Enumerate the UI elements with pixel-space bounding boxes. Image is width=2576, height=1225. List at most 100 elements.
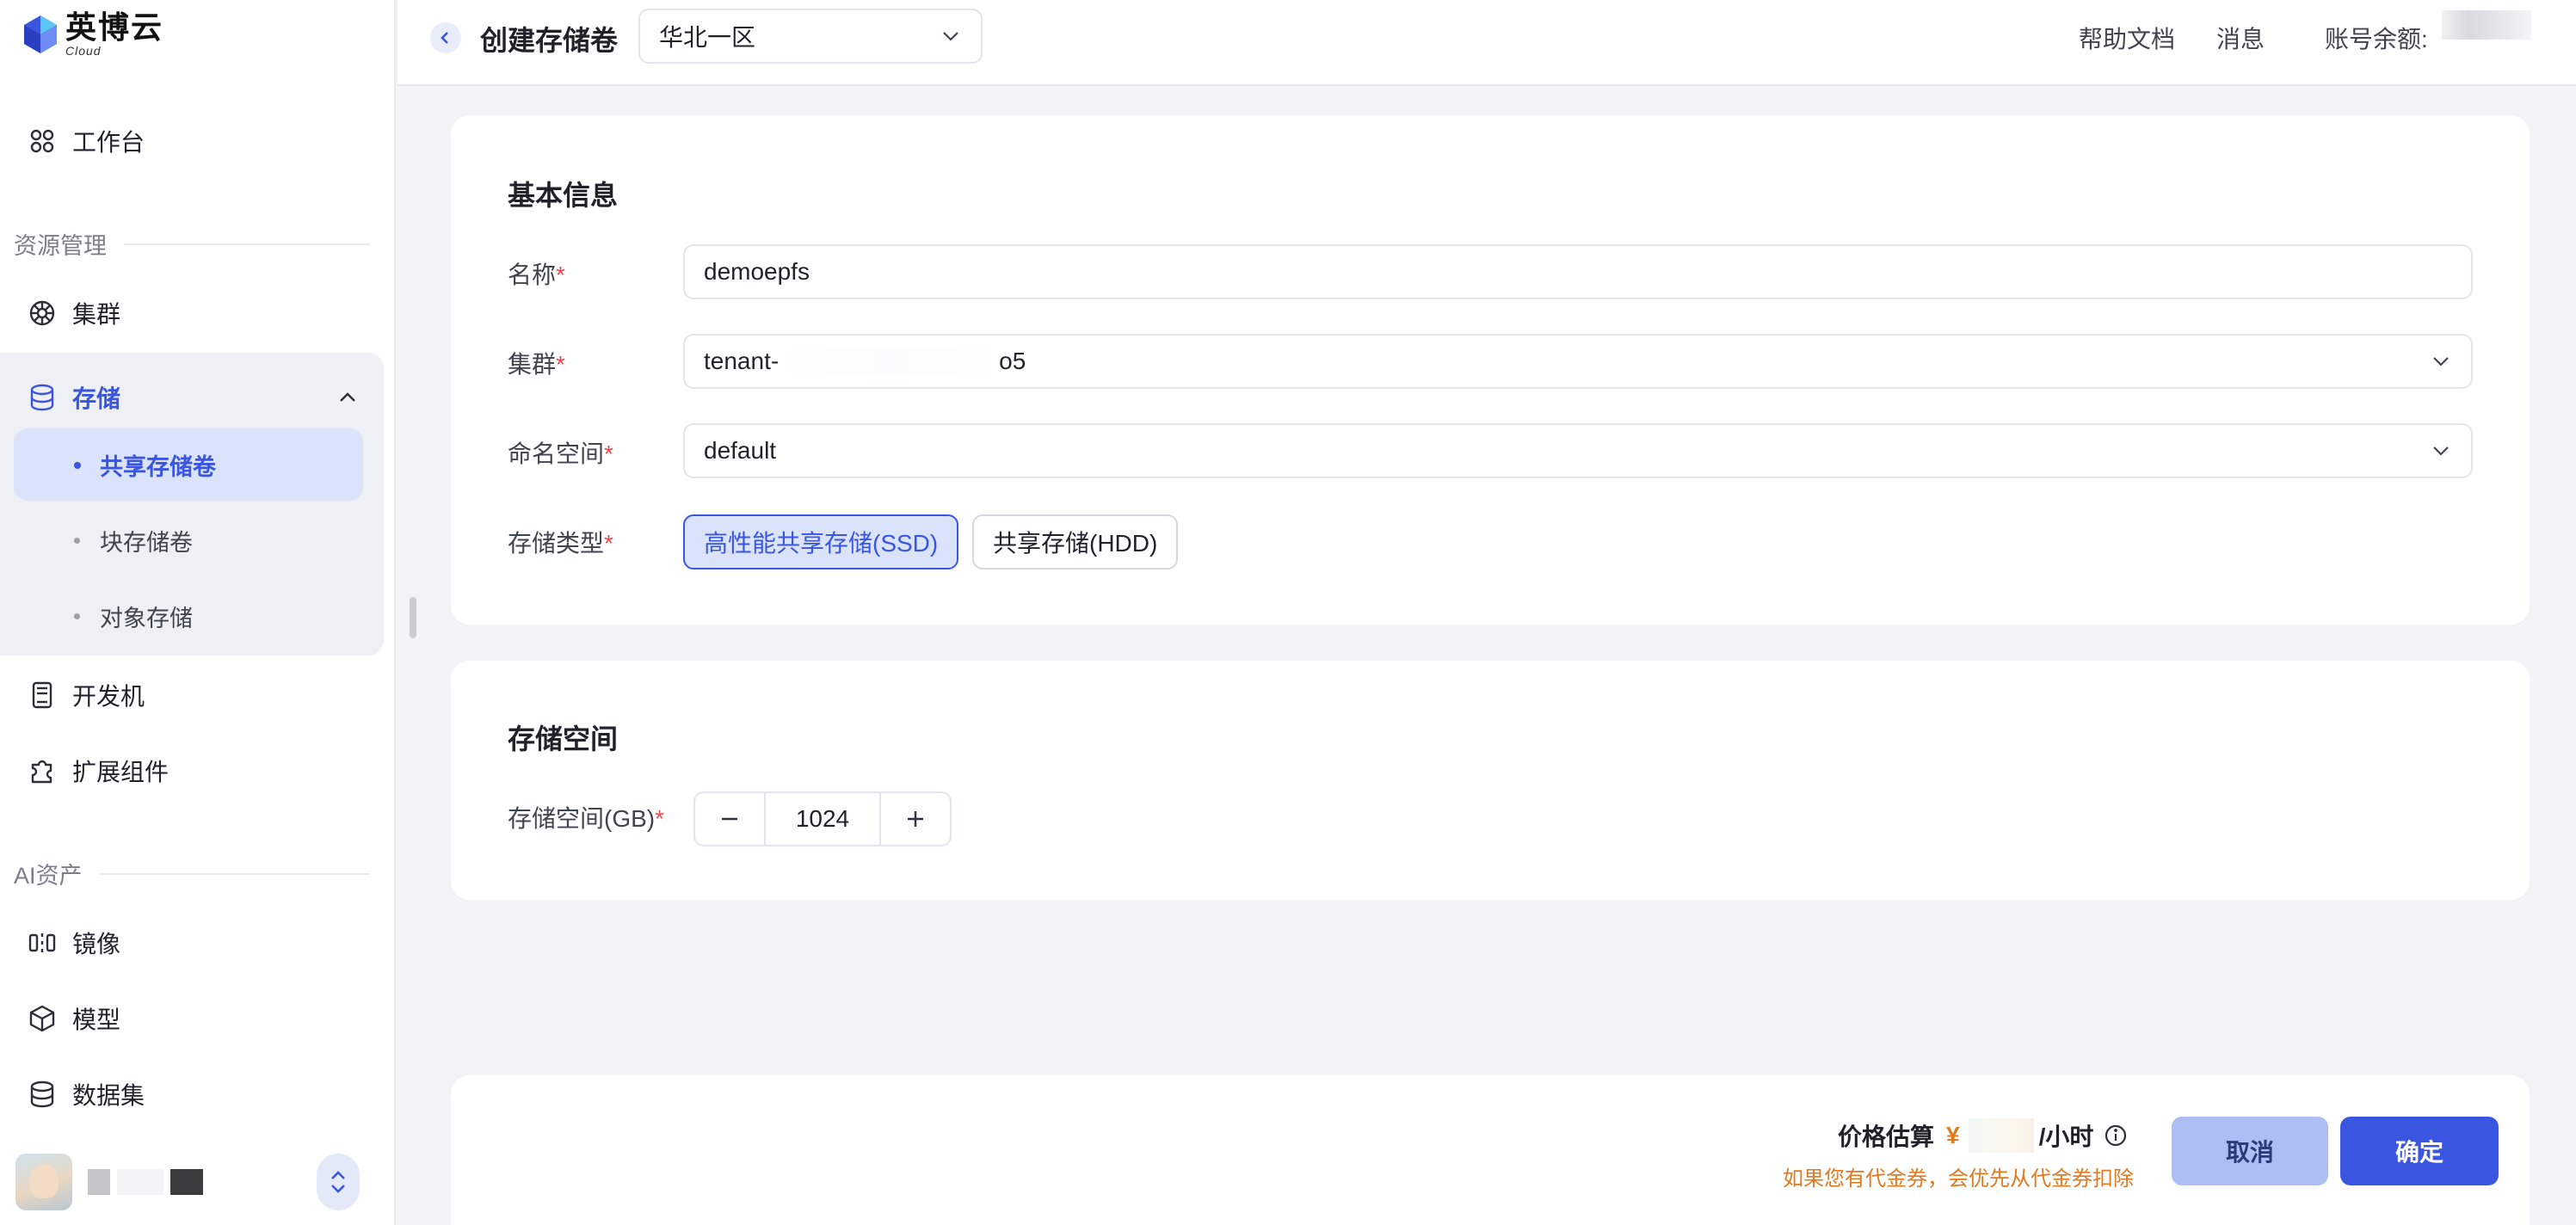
chevron-up-icon[interactable] [336,385,360,409]
namespace-select[interactable]: default [683,423,2473,478]
sidebar-item-image[interactable]: 镜像 [28,917,120,969]
cube-icon [29,1005,55,1032]
sidebar-item-workbench[interactable]: 工作台 [28,115,145,167]
sidebar-item-label: 共享存储卷 [100,453,216,480]
sidebar-item-label: 数据集 [72,1082,145,1109]
puzzle-icon [31,760,52,784]
storage-type-hdd-option[interactable]: 共享存储(HDD) [972,514,1179,569]
divider [124,243,370,245]
price-estimate: 价格估算 ¥ /小时 [1838,1118,2128,1153]
decrement-button[interactable] [695,793,764,845]
chevron-up-down-icon [331,1171,345,1193]
name-label: 名称* [508,256,565,291]
cluster-select[interactable]: tenant- o5 [683,334,2473,389]
sidebar-item-shared-volume[interactable]: 共享存储卷 [14,428,363,501]
storage-size-stepper[interactable]: 1024 [693,791,952,846]
cluster-value-prefix: tenant- [704,348,780,374]
name-label-text: 名称 [508,262,557,288]
chevron-left-icon [441,32,448,44]
info-icon[interactable] [2104,1123,2128,1148]
sidebar-resize-handle[interactable] [410,597,416,638]
balance-label: 账号余额: [2325,26,2428,52]
storage-size-label-text: 存储空间(GB) [508,805,656,832]
sidebar-item-model[interactable]: 模型 [28,993,120,1044]
database-icon [30,1080,54,1108]
price-value-redacted [1968,1118,2034,1153]
image-icon [28,933,56,952]
bullet-dot [74,462,81,469]
sidebar-item-extensions[interactable]: 扩展组件 [28,745,169,797]
sidebar-item-label: 扩展组件 [72,759,169,785]
price-label: 价格估算 [1838,1123,1935,1150]
helm-icon [29,300,55,326]
sidebar-group-storage: 存储 共享存储卷 块存储卷 对象存储 [0,353,384,656]
storage-space-card: 存储空间 存储空间(GB)* 1024 [451,661,2530,900]
required-mark: * [604,440,613,467]
chevron-down-icon [943,32,958,41]
sidebar-item-label: 集群 [72,301,121,328]
sidebar-item-devbox[interactable]: 开发机 [28,669,145,721]
cancel-button[interactable]: 取消 [2172,1117,2328,1185]
brand-name-en: Cloud [65,44,102,58]
sidebar-item-block-volume[interactable]: 块存储卷 [14,504,363,576]
cluster-label-text: 集群 [508,351,557,378]
user-account[interactable] [15,1153,360,1211]
name-input-value: demoepfs [704,258,810,285]
sidebar-item-label: 开发机 [72,683,145,710]
account-switcher[interactable] [317,1154,360,1210]
section-label-resource: 资源管理 [14,227,370,261]
sidebar-item-dataset[interactable]: 数据集 [28,1068,145,1120]
messages-link[interactable]: 消息 [2216,21,2265,55]
sidebar-item-object-storage[interactable]: 对象存储 [14,580,363,652]
storage-type-label-text: 存储类型 [508,530,605,557]
required-mark: * [604,530,613,557]
divider [99,872,370,875]
section-label-text: 资源管理 [14,233,107,259]
brand-name: 英博云 [65,9,164,45]
logo-icon [24,15,57,53]
sidebar-item-storage[interactable]: 存储 [28,372,360,423]
cluster-value-redacted [779,348,1000,374]
coupon-note: 如果您有代金券，会优先从代金券扣除 [1783,1167,2134,1191]
increment-button[interactable] [881,793,950,845]
page-title: 创建存储卷 [480,25,619,56]
basic-info-card: 基本信息 名称* demoepfs 集群* tenant- o5 命名空间* d… [451,115,2530,625]
back-button[interactable] [430,22,461,53]
price-unit: /小时 [2038,1123,2094,1150]
brand-logo[interactable]: 英博云 Cloud [22,12,163,57]
storage-size-value[interactable]: 1024 [764,793,881,845]
currency-symbol: ¥ [1946,1122,1960,1148]
grid-icon [30,129,54,153]
storage-type-ssd-option[interactable]: 高性能共享存储(SSD) [683,514,959,569]
storage-size-label: 存储空间(GB)* [508,800,664,834]
plus-icon [908,811,923,827]
sidebar-item-label: 对象存储 [100,605,193,631]
footer-bar: 价格估算 ¥ /小时 如果您有代金券，会优先从代金券扣除 取消 确定 [451,1075,2530,1225]
required-mark: * [556,351,565,378]
section-title: 存储空间 [508,723,619,754]
namespace-label-text: 命名空间 [508,440,605,467]
chevron-down-icon [2433,357,2449,366]
region-select[interactable]: 华北一区 [638,9,983,64]
top-header: 创建存储卷 华北一区 帮助文档 消息 账号余额: [397,0,2576,86]
bullet-dot [74,613,80,619]
required-mark: * [556,262,565,288]
minus-icon [722,817,737,821]
confirm-button[interactable]: 确定 [2340,1117,2499,1185]
balance-value-redacted [2442,10,2531,40]
section-title: 基本信息 [508,180,619,211]
help-docs-link[interactable]: 帮助文档 [2079,21,2175,55]
sidebar-item-cluster[interactable]: 集群 [28,287,120,339]
sidebar-item-label: 块存储卷 [100,529,193,556]
section-label-text: AI资产 [14,863,83,889]
namespace-value: default [704,437,777,464]
avatar[interactable] [15,1154,72,1210]
sidebar-item-label: 镜像 [72,931,121,957]
name-input[interactable]: demoepfs [683,244,2473,299]
database-icon [30,384,54,411]
chevron-down-icon [2433,446,2449,456]
sidebar-item-label: 模型 [72,1006,121,1033]
sidebar-item-label: 工作台 [72,129,145,156]
calculator-icon [32,681,52,709]
sidebar-item-label: 存储 [72,385,121,412]
